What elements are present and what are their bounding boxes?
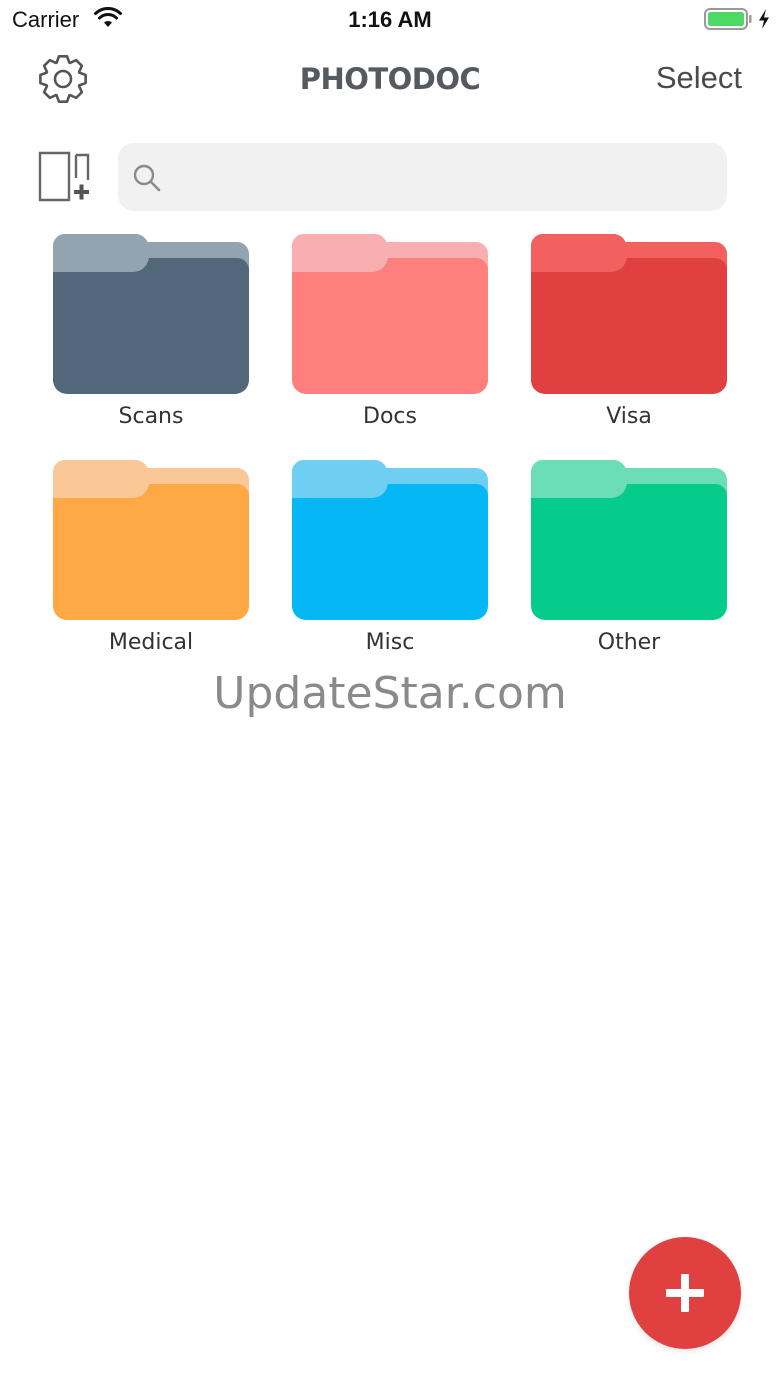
folder-icon xyxy=(531,460,727,620)
search-icon xyxy=(133,164,161,192)
watermark: UpdateStar.com xyxy=(213,668,567,719)
folder-label: Medical xyxy=(108,630,194,655)
folder-misc[interactable]: Misc xyxy=(292,460,488,660)
folder-icon xyxy=(53,460,249,620)
folder-label: Visa xyxy=(606,404,652,429)
new-folder-icon xyxy=(38,151,90,202)
battery-icon xyxy=(704,8,752,30)
folder-scans[interactable]: Scans xyxy=(53,234,249,434)
folder-label: Misc xyxy=(365,630,415,655)
folder-docs[interactable]: Docs xyxy=(292,234,488,434)
status-bar: Carrier 1:16 AM xyxy=(0,0,780,40)
select-button[interactable]: Select xyxy=(656,60,742,96)
folder-medical[interactable]: Medical xyxy=(53,460,249,660)
folder-icon xyxy=(531,234,727,394)
search-input[interactable] xyxy=(172,143,712,211)
folder-label: Scans xyxy=(118,404,184,429)
charging-bolt-icon xyxy=(759,9,769,29)
nav-bar: PHOTODOC Select xyxy=(0,40,780,120)
folder-icon xyxy=(53,234,249,394)
folder-label: Docs xyxy=(363,404,417,429)
new-folder-button[interactable] xyxy=(36,150,92,206)
folder-visa[interactable]: Visa xyxy=(531,234,727,434)
search-bar[interactable] xyxy=(118,143,727,211)
add-button[interactable] xyxy=(629,1237,741,1349)
clock: 1:16 AM xyxy=(348,7,432,32)
folder-label: Other xyxy=(597,630,661,655)
folder-other[interactable]: Other xyxy=(531,460,727,660)
folder-icon xyxy=(292,460,488,620)
folder-icon xyxy=(292,234,488,394)
